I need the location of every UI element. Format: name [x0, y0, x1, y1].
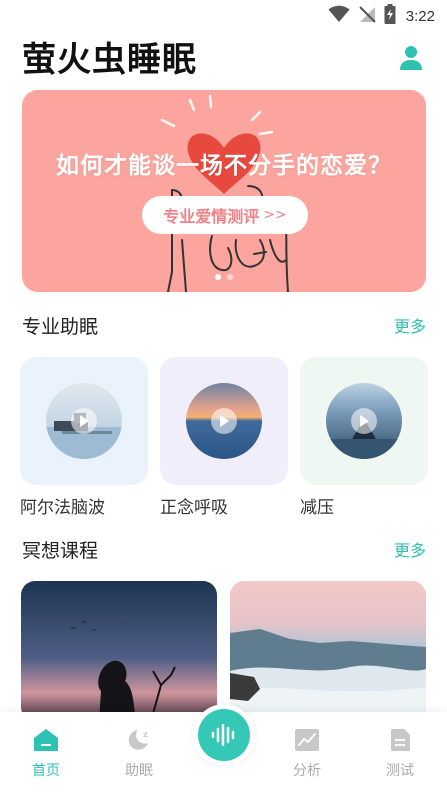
banner-cta-label: 专业爱情测评	[163, 207, 260, 226]
sleep-aid-label: 阿尔法脑波	[20, 498, 105, 518]
sleep-aid-thumbnail	[326, 383, 402, 459]
sleep-aid-card[interactable]: 阿尔法脑波	[20, 357, 148, 518]
sleep-aid-card-bg	[160, 357, 288, 485]
nav-sleep[interactable]: z 助眠	[104, 728, 174, 780]
sleep-aid-header: 专业助眠 更多	[22, 311, 426, 339]
nav-analysis[interactable]: 分析	[272, 728, 342, 780]
play-icon	[71, 408, 97, 434]
bottom-navigation: 首页 z 助眠 分析 测试	[0, 704, 447, 794]
sound-wave-button[interactable]	[193, 704, 255, 766]
meditation-course-image	[21, 581, 217, 721]
home-icon	[34, 729, 58, 751]
status-icons: 3:22	[328, 4, 435, 28]
nav-test[interactable]: 测试	[365, 728, 435, 780]
banner-pagination	[22, 274, 426, 280]
nav-sleep-label: 助眠	[125, 763, 153, 779]
nav-home[interactable]: 首页	[11, 728, 81, 780]
meditation-more-link[interactable]: 更多	[394, 537, 426, 561]
sleep-aid-card-bg	[20, 357, 148, 485]
profile-button[interactable]	[397, 44, 425, 72]
screen: 3:22 萤火虫睡眠 如何才能谈一场不分手的恋爱？ 专业爱情测评 >> 专业助眠…	[0, 0, 447, 794]
banner-cta-arrow: >>	[263, 207, 287, 223]
sleep-aid-list: 阿尔法脑波 正念呼吸 减压	[20, 357, 447, 527]
banner-illustration	[22, 90, 426, 292]
banner-dot-2[interactable]	[227, 274, 233, 280]
meditation-course-card[interactable]	[21, 581, 217, 721]
moon-sleep-icon: z	[128, 730, 148, 750]
sleep-aid-thumbnail	[186, 383, 262, 459]
sound-wave-icon	[198, 709, 250, 761]
banner-dot-1[interactable]	[215, 274, 221, 280]
user-icon	[400, 46, 422, 70]
sleep-aid-card[interactable]: 正念呼吸	[160, 357, 288, 518]
status-bar: 3:22	[0, 0, 447, 32]
sleep-aid-more-link[interactable]: 更多	[394, 313, 426, 337]
app-title: 萤火虫睡眠	[22, 40, 197, 80]
status-time: 3:22	[405, 7, 435, 25]
banner-cta-button[interactable]: 专业爱情测评 >>	[142, 196, 308, 234]
signal-off-icon	[358, 5, 376, 27]
nav-test-label: 测试	[386, 763, 414, 779]
nav-home-label: 首页	[32, 763, 60, 779]
meditation-header: 冥想课程 更多	[22, 535, 426, 563]
play-icon	[211, 408, 237, 434]
sleep-aid-thumbnail	[46, 383, 122, 459]
promo-banner[interactable]: 如何才能谈一场不分手的恋爱？ 专业爱情测评 >>	[22, 90, 426, 292]
sleep-aid-label: 减压	[300, 498, 334, 518]
svg-text:z: z	[143, 730, 148, 739]
wifi-icon	[328, 5, 350, 27]
nav-analysis-label: 分析	[293, 763, 321, 779]
meditation-course-card[interactable]	[230, 581, 426, 721]
sleep-aid-card-bg	[300, 357, 428, 485]
sleep-aid-card[interactable]: 减压	[300, 357, 428, 518]
meditation-course-image	[230, 581, 426, 721]
battery-charging-icon	[384, 4, 396, 28]
sleep-aid-title: 专业助眠	[22, 315, 99, 338]
sleep-aid-label: 正念呼吸	[160, 498, 228, 518]
play-icon	[351, 408, 377, 434]
banner-headline: 如何才能谈一场不分手的恋爱？	[56, 153, 392, 179]
chart-icon	[295, 729, 319, 751]
document-icon	[391, 729, 410, 751]
meditation-title: 冥想课程	[22, 539, 99, 562]
